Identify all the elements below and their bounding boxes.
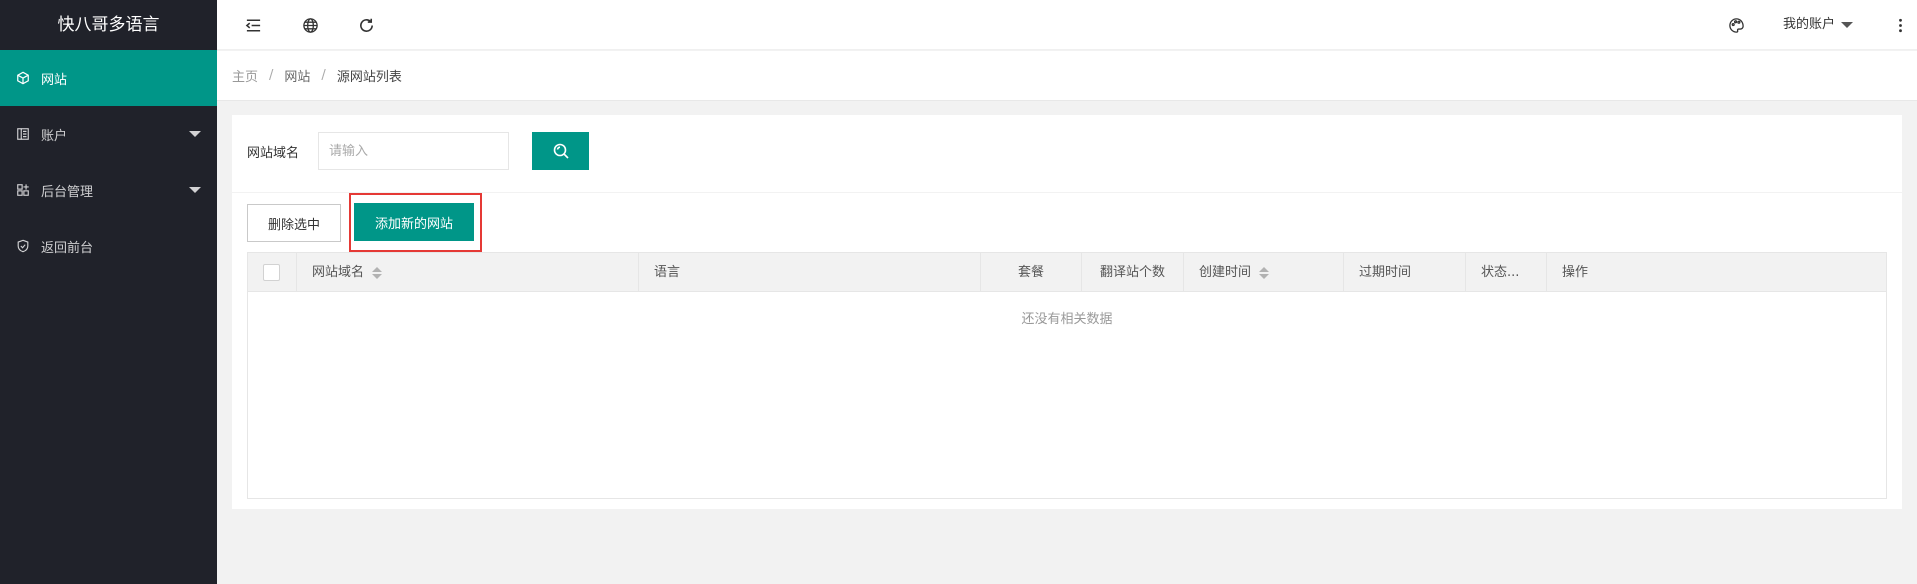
breadcrumb-home[interactable]: 主页	[232, 66, 258, 85]
account-label: 我的账户	[1783, 17, 1836, 32]
refresh-icon[interactable]	[355, 14, 377, 36]
app-logo[interactable]: 快八哥多语言	[0, 0, 217, 50]
delete-selected-button[interactable]: 删除选中	[247, 204, 341, 242]
select-all-cell	[248, 253, 297, 292]
sidebar-item-website[interactable]: 网站	[0, 50, 217, 106]
shield-icon	[16, 239, 30, 253]
sort-icon[interactable]	[372, 266, 383, 279]
menu-fold-icon[interactable]	[242, 14, 264, 36]
website-table: 网站域名 语言 套餐 翻译站个数 创建时间 过期时间 状态... 操作 还没有相…	[247, 252, 1887, 499]
cube-icon	[16, 71, 30, 85]
sidebar-item-label: 返回前台	[41, 240, 94, 256]
breadcrumb: 主页 / 网站 / 源网站列表	[217, 51, 1917, 101]
sidebar-item-frontend[interactable]: 返回前台	[0, 218, 217, 274]
book-icon	[16, 127, 30, 141]
apps-icon	[16, 183, 30, 197]
more-vertical-icon[interactable]	[1889, 14, 1911, 36]
breadcrumb-current: 源网站列表	[336, 70, 402, 85]
search-button[interactable]	[532, 132, 589, 170]
top-header: 我的账户	[217, 0, 1917, 50]
sidebar-item-admin[interactable]: 后台管理	[0, 162, 217, 218]
search-form: 网站域名	[232, 115, 1902, 193]
palette-icon[interactable]	[1725, 14, 1747, 36]
sort-icon[interactable]	[1259, 266, 1270, 279]
caret-down-icon	[1841, 21, 1854, 28]
search-label: 网站域名	[247, 146, 300, 161]
column-header-plan: 套餐	[981, 253, 1082, 292]
column-header-domain[interactable]: 网站域名	[297, 253, 639, 292]
sidebar-item-label: 账户	[41, 128, 68, 144]
table-header: 网站域名 语言 套餐 翻译站个数 创建时间 过期时间 状态... 操作	[248, 253, 1886, 292]
column-header-language: 语言	[639, 253, 981, 292]
caret-down-icon	[189, 187, 201, 193]
breadcrumb-website[interactable]: 网站	[284, 66, 310, 85]
breadcrumb-separator: /	[321, 68, 326, 83]
column-header-expire-time: 过期时间	[1344, 253, 1466, 292]
empty-state-text: 还没有相关数据	[1021, 312, 1113, 327]
globe-icon[interactable]	[299, 14, 321, 36]
search-icon	[552, 142, 570, 160]
add-website-button[interactable]: 添加新的网站	[354, 203, 474, 241]
select-all-checkbox[interactable]	[263, 264, 280, 281]
sidebar-item-label: 后台管理	[41, 184, 94, 200]
column-header-status: 状态...	[1466, 253, 1547, 292]
domain-search-input[interactable]	[318, 132, 509, 170]
sidebar-item-label: 网站	[41, 72, 68, 88]
breadcrumb-separator: /	[269, 68, 274, 83]
account-menu[interactable]: 我的账户	[1783, 0, 1854, 50]
caret-down-icon	[189, 131, 201, 137]
sidebar-item-account[interactable]: 账户	[0, 106, 217, 162]
sidebar: 快八哥多语言 网站 账户 后台管理 返回前台	[0, 0, 217, 584]
column-header-created-time[interactable]: 创建时间	[1184, 253, 1344, 292]
column-header-translation-count: 翻译站个数	[1082, 253, 1184, 292]
column-header-actions: 操作	[1562, 265, 1589, 280]
content-card: 网站域名 删除选中 添加新的网站 网站域名 语言 套餐 翻译站个数	[232, 115, 1902, 509]
